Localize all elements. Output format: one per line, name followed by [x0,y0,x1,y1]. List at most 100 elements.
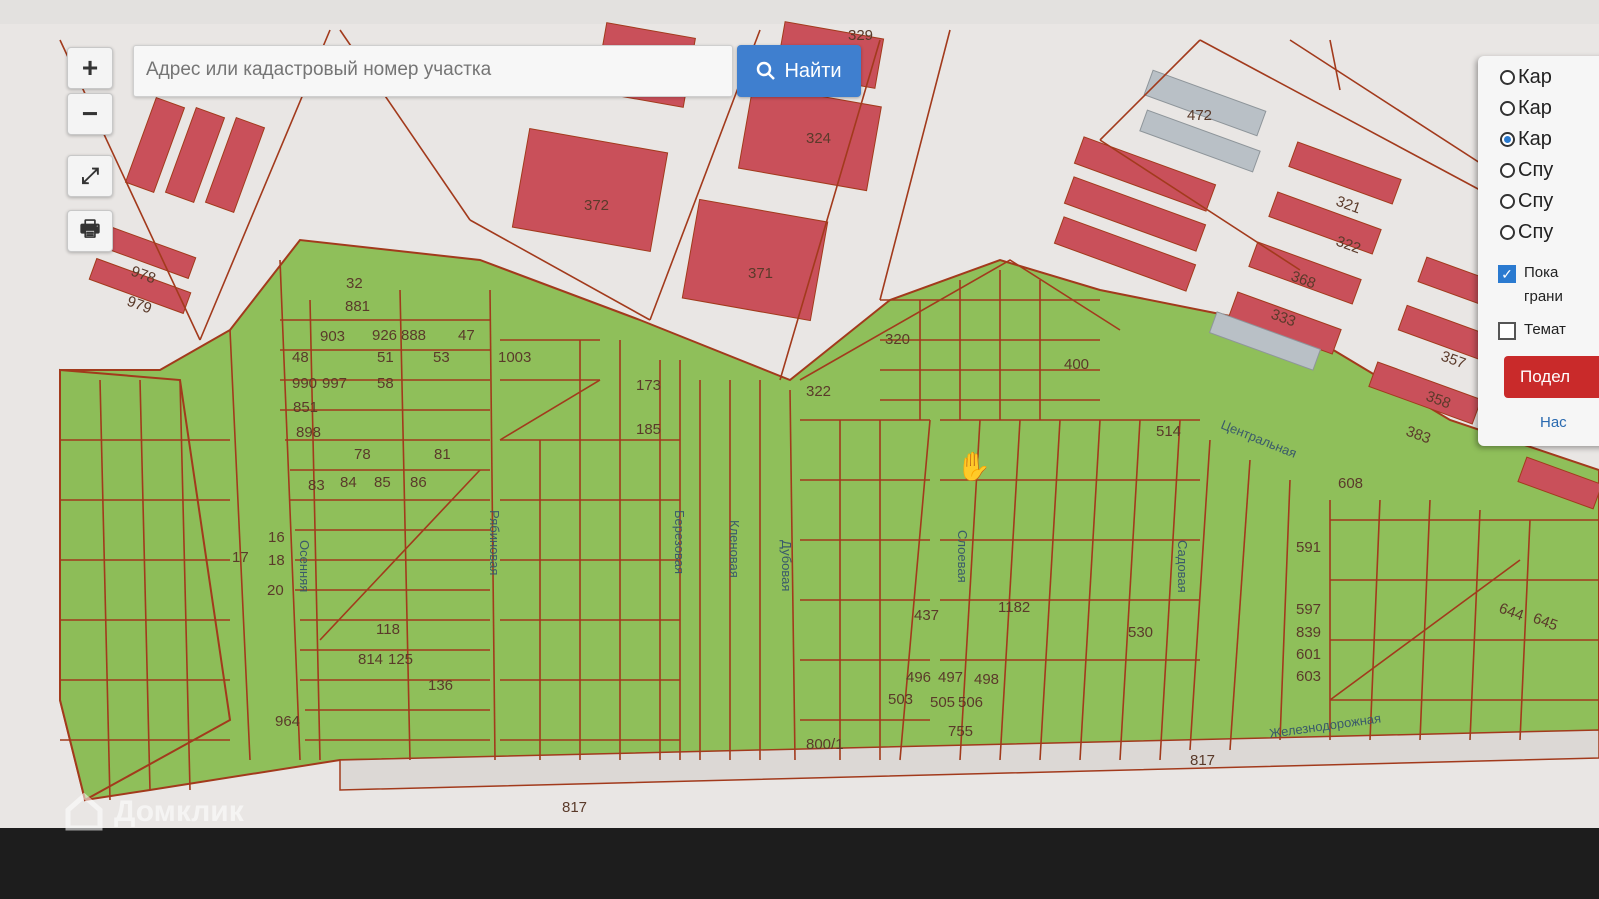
parcel-label: 898 [296,424,321,441]
parcel-label: 400 [1064,356,1089,373]
parcel-label: 18 [268,552,285,569]
layer-option-5[interactable]: Спу [1500,190,1553,213]
parcel-label: 926 [372,327,397,344]
parcel-label: 888 [401,327,426,344]
parcel-label: 591 [1296,539,1321,556]
radio-icon[interactable] [1500,101,1515,116]
search-button-label: Найти [784,59,842,82]
layer-option-label: Кар [1518,97,1552,119]
map-screen[interactable]: 32 881 903 926 888 47 48 51 53 1003 990 … [0,0,1599,899]
parcel-label: 881 [345,298,370,315]
print-button[interactable]: 🖶 [67,210,113,252]
parcel-label: 78 [354,446,371,463]
layer-option-6[interactable]: Спу [1500,221,1553,244]
hand-cursor-icon: ✋ [956,451,991,482]
settings-link-label: Нас [1540,414,1567,431]
search-input[interactable] [144,46,708,94]
parcel-label: 322 [806,383,831,400]
parcel-label: 136 [428,677,453,694]
settings-link[interactable]: Нас [1540,414,1567,431]
parcel-label: 597 [1296,601,1321,618]
share-button-label: Подел [1520,367,1571,386]
parcel-label: 505 [930,694,955,711]
parcel-label: 603 [1296,668,1321,685]
layer-option-3[interactable]: Кар [1500,128,1552,151]
parcel-label: 496 [906,669,931,686]
layer-option-label: Спу [1518,190,1554,212]
parcel-label: 86 [410,474,427,491]
parcel-label: 472 [1187,107,1212,124]
parcel-label: 997 [322,375,347,392]
layer-option-1[interactable]: Кар [1500,66,1552,89]
parcel-label: 755 [948,723,973,740]
parcel-label: 371 [748,265,773,282]
street-label-ryabinovaya: Рябиновая [487,510,502,575]
search-button[interactable]: Найти [737,45,861,97]
parcel-label: 903 [320,328,345,345]
parcel-label: 851 [293,399,318,416]
parcel-label: 81 [434,446,451,463]
parcel-label: 514 [1156,423,1181,440]
search-box [133,45,733,97]
parcel-label: 329 [848,27,873,44]
layer-option-4[interactable]: Спу [1500,159,1553,182]
parcel-label: 990 [292,375,317,392]
layer-option-2[interactable]: Кар [1500,97,1552,120]
radio-icon[interactable] [1500,225,1515,240]
checkbox-icon[interactable] [1498,322,1516,340]
parcel-label: 84 [340,474,357,491]
zoom-out-button[interactable]: − [67,93,113,135]
street-label-klenovaya: Кленовая [727,520,742,578]
radio-icon[interactable] [1500,70,1515,85]
parcel-label: 320 [885,331,910,348]
parcel-label: 503 [888,691,913,708]
parcel-label: 601 [1296,646,1321,663]
parcel-label: 85 [374,474,391,491]
search-icon [757,61,776,80]
parcel-label: 32 [346,275,363,292]
parcel-label: 530 [1128,624,1153,641]
show-borders-option[interactable]: ✓ Пока грани [1498,261,1564,309]
parcel-label: 324 [806,130,831,147]
layer-option-label: Кар [1518,128,1552,150]
parcel-label: 48 [292,349,309,366]
thematic-label: Темат [1524,321,1566,338]
parcel-label: 506 [958,694,983,711]
fullscreen-button[interactable]: ⤢ [67,155,113,197]
parcel-label: 817 [562,799,587,816]
thematic-option[interactable]: Темат [1498,318,1566,342]
watermark: Домклик [62,790,244,834]
parcel-label: 437 [914,607,939,624]
cadastral-map[interactable]: 32 881 903 926 888 47 48 51 53 1003 990 … [0,0,1599,899]
layer-option-label: Спу [1518,221,1554,243]
parcel-label: 814 [358,651,383,668]
parcel-label: 53 [433,349,450,366]
parcel-label: 497 [938,669,963,686]
parcel-label: 185 [636,421,661,438]
street-label-dubovaya: Дубовая [779,540,794,591]
share-button[interactable]: Подел [1504,356,1599,398]
parcel-label: 118 [376,621,400,638]
parcel-label: 83 [308,477,325,494]
parcel-label: 51 [377,349,394,366]
checkbox-checked-icon[interactable]: ✓ [1498,265,1516,283]
layer-panel: Кар Кар Кар Спу Спу Спу ✓ Пока грани Тем [1478,56,1599,446]
parcel-label: 1182 [998,599,1030,616]
parcel-label: 498 [974,671,999,688]
parcel-label: 817 [1190,752,1215,769]
parcel-label: 47 [458,327,475,344]
zoom-in-button[interactable]: + [67,47,113,89]
parcel-label: 800/1 [806,736,844,753]
parcel-label: 372 [584,197,609,214]
top-bezel [0,0,1599,24]
radio-icon[interactable] [1500,163,1515,178]
radio-icon[interactable] [1500,194,1515,209]
street-label-sadovaya: Садовая [1175,540,1190,593]
parcel-label: 58 [377,375,394,392]
parcel-label: 839 [1296,624,1321,641]
parcel-label: 964 [275,713,300,730]
bottom-bezel [0,828,1599,899]
radio-selected-icon[interactable] [1500,132,1515,147]
minus-icon: − [81,98,99,129]
watermark-text: Домклик [114,795,244,828]
